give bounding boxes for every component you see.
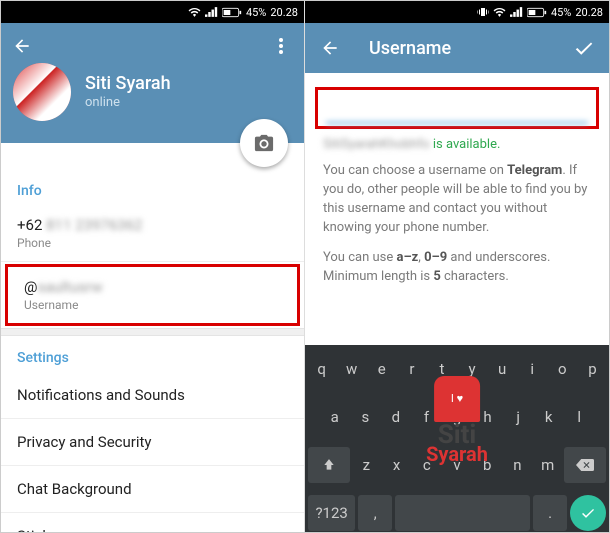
key-l[interactable]: l bbox=[565, 399, 593, 435]
availability-text: SitiSyarahKhobhfo is available. bbox=[305, 137, 609, 162]
username-row[interactable]: @saultusrw Username bbox=[5, 264, 300, 326]
status-bar: 45% 20.28 bbox=[1, 1, 304, 23]
vibrate-icon bbox=[477, 6, 489, 18]
key-z[interactable]: z bbox=[353, 447, 380, 483]
username-input-wrap bbox=[315, 87, 599, 129]
key-g[interactable]: g bbox=[443, 399, 471, 435]
key-u[interactable]: u bbox=[489, 351, 516, 387]
profile-name: Siti Syarah bbox=[85, 73, 171, 94]
phone-label: Phone bbox=[17, 236, 288, 250]
backspace-key[interactable] bbox=[564, 447, 606, 483]
key-a[interactable]: a bbox=[321, 399, 349, 435]
back-icon[interactable] bbox=[7, 31, 37, 61]
description-2: You can use a–z, 0–9 and underscores. Mi… bbox=[305, 249, 609, 299]
profile-header: Siti Syarah online bbox=[1, 23, 304, 143]
wifi-icon bbox=[493, 7, 506, 17]
enter-key[interactable] bbox=[570, 495, 606, 531]
status-bar: 45% 20.28 bbox=[305, 1, 609, 23]
avatar[interactable] bbox=[13, 63, 71, 121]
symbols-key[interactable]: ?123 bbox=[308, 495, 355, 531]
key-h[interactable]: h bbox=[474, 399, 502, 435]
page-title: Username bbox=[369, 38, 451, 59]
keyboard: I ♥ Siti Syarah qwertyuiop asdfghjkl zxc… bbox=[305, 345, 609, 532]
key-e[interactable]: e bbox=[368, 351, 395, 387]
back-icon[interactable] bbox=[315, 33, 345, 63]
phone-username: 45% 20.28 Username SitiSyarahKhobhfo is … bbox=[305, 1, 609, 532]
comma-key[interactable]: , bbox=[358, 495, 392, 531]
settings-privacy[interactable]: Privacy and Security bbox=[1, 419, 304, 466]
confirm-icon[interactable] bbox=[569, 33, 599, 63]
key-t[interactable]: t bbox=[428, 351, 455, 387]
key-r[interactable]: r bbox=[398, 351, 425, 387]
space-key[interactable] bbox=[395, 495, 530, 531]
key-o[interactable]: o bbox=[549, 351, 576, 387]
wifi-icon bbox=[188, 7, 201, 17]
settings-stickers[interactable]: Stickers bbox=[1, 513, 304, 532]
key-d[interactable]: d bbox=[382, 399, 410, 435]
settings-notifications[interactable]: Notifications and Sounds bbox=[1, 372, 304, 419]
key-k[interactable]: k bbox=[535, 399, 563, 435]
camera-button[interactable] bbox=[240, 119, 288, 167]
divider bbox=[1, 328, 304, 336]
key-x[interactable]: x bbox=[383, 447, 410, 483]
signal-icon bbox=[205, 7, 218, 17]
profile-status: online bbox=[85, 95, 171, 110]
key-m[interactable]: m bbox=[534, 447, 561, 483]
key-q[interactable]: q bbox=[308, 351, 335, 387]
username-input[interactable] bbox=[326, 96, 588, 124]
key-b[interactable]: b bbox=[474, 447, 501, 483]
phone-row[interactable]: +62 811 23976362 Phone bbox=[1, 205, 304, 262]
key-i[interactable]: i bbox=[519, 351, 546, 387]
section-settings: Settings bbox=[1, 336, 304, 372]
battery-text: 45% bbox=[551, 6, 571, 19]
key-p[interactable]: p bbox=[579, 351, 606, 387]
time-text: 20.28 bbox=[575, 6, 603, 19]
key-w[interactable]: w bbox=[338, 351, 365, 387]
battery-text: 45% bbox=[246, 6, 266, 19]
battery-icon bbox=[527, 7, 547, 18]
username-label: Username bbox=[24, 298, 281, 312]
key-n[interactable]: n bbox=[504, 447, 531, 483]
section-info: Info bbox=[1, 169, 304, 205]
key-f[interactable]: f bbox=[413, 399, 441, 435]
phone-settings: 45% 20.28 Siti Syarah online Info +62 81… bbox=[1, 1, 305, 532]
shift-key[interactable] bbox=[308, 447, 350, 483]
signal-icon bbox=[510, 7, 523, 17]
username-header: Username bbox=[305, 23, 609, 73]
description-1: You can choose a username on Telegram. I… bbox=[305, 162, 609, 249]
more-icon[interactable] bbox=[266, 31, 296, 61]
key-s[interactable]: s bbox=[352, 399, 380, 435]
key-v[interactable]: v bbox=[443, 447, 470, 483]
battery-icon bbox=[222, 7, 242, 18]
key-y[interactable]: y bbox=[459, 351, 486, 387]
time-text: 20.28 bbox=[270, 6, 298, 19]
key-c[interactable]: c bbox=[413, 447, 440, 483]
settings-background[interactable]: Chat Background bbox=[1, 466, 304, 513]
period-key[interactable]: . bbox=[533, 495, 567, 531]
key-j[interactable]: j bbox=[504, 399, 532, 435]
